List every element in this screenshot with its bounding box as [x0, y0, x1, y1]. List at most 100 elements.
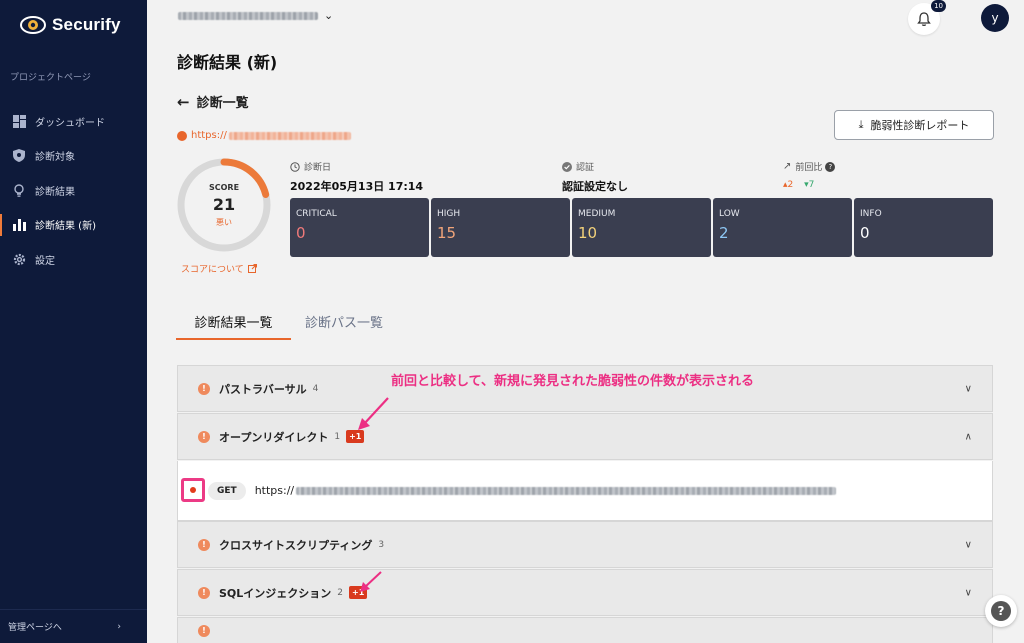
back-to-list-link[interactable]: ← 診断一覧: [177, 92, 249, 112]
target-url-link[interactable]: https://: [177, 130, 351, 141]
severity-card-low[interactable]: LOW 2: [713, 198, 852, 257]
redacted-organization-name: [178, 11, 318, 20]
user-avatar[interactable]: y: [981, 4, 1009, 32]
diagnosis-date-label: 診断日: [304, 163, 332, 173]
chevron-down-icon: ∨: [964, 587, 972, 598]
finding-row-sql-injection[interactable]: ! SQLインジェクション 2 +1 ∨: [177, 569, 993, 616]
diff-down-value: 7: [808, 180, 815, 190]
score-grade: 悪い: [216, 217, 232, 227]
sidebar-item-dashboard[interactable]: ダッシュボード: [0, 104, 147, 139]
back-label: 診断一覧: [196, 96, 249, 111]
diff-values: ▴2 ▾7: [783, 180, 814, 190]
chevron-up-icon: ∧: [964, 431, 972, 442]
finding-title: SQLインジェクション: [219, 586, 332, 600]
finding-url-prefix: https://: [254, 484, 295, 497]
gear-icon: [12, 252, 26, 266]
diagnosis-date-value: 2022年05月13日 17:14: [290, 180, 424, 193]
brand-logo[interactable]: Securify: [20, 14, 121, 36]
finding-count: 2: [337, 587, 344, 598]
score-readout: SCORE 21 悪い: [174, 155, 274, 255]
sidebar-item-results[interactable]: 診断結果: [0, 173, 147, 208]
sidebar: Securify プロジェクトページ ダッシュボード 診断対象 診断結果 診断結…: [0, 0, 147, 643]
arrow-left-icon: ←: [177, 92, 190, 111]
finding-row-open-redirect[interactable]: ! オープンリダイレクト 1 +1 ∧: [177, 413, 993, 460]
annotation-callout: 前回と比較して、新規に発見された脆弱性の件数が表示される: [391, 374, 754, 389]
auth-label-row: 認証: [562, 160, 594, 173]
sidebar-section-label: プロジェクトページ: [10, 73, 91, 83]
vulnerability-report-button[interactable]: ⤓ 脆弱性診断レポート: [834, 110, 994, 140]
trend-arrow-icon: ↗: [783, 161, 792, 172]
severity-card-critical[interactable]: CRITICAL 0: [290, 198, 429, 257]
finding-title: オープンリダイレクト: [219, 430, 329, 444]
target-url-prefix: https://: [191, 130, 227, 141]
download-icon: ⤓: [858, 118, 864, 131]
annotation-arrow-icon: [358, 397, 389, 430]
finding-count: 4: [312, 383, 319, 394]
sidebar-item-label: 診断結果: [35, 186, 75, 198]
severity-name: HIGH: [437, 209, 461, 219]
warning-icon: !: [198, 586, 210, 599]
severity-count: 0: [296, 224, 306, 242]
floating-help-button[interactable]: ?: [985, 595, 1017, 627]
tab-path-list[interactable]: 診断パス一覧: [305, 312, 383, 331]
notification-count-badge: 10: [931, 0, 946, 12]
auth-value: 認証設定なし: [562, 180, 628, 193]
eye-logo-icon: [20, 16, 46, 34]
question-icon: ?: [991, 601, 1011, 621]
status-dot-icon: [190, 487, 196, 493]
sidebar-item-targets[interactable]: 診断対象: [0, 139, 147, 174]
warning-icon: !: [198, 382, 210, 395]
admin-page-label: 管理ページへ: [8, 623, 62, 633]
app-name: Securify: [52, 15, 121, 34]
severity-count: 2: [719, 224, 729, 242]
admin-page-link[interactable]: 管理ページへ ›: [0, 609, 147, 643]
diagnosis-date-label-row: 診断日: [290, 160, 331, 173]
about-score-link[interactable]: スコアについて: [181, 262, 257, 275]
warning-icon: !: [198, 430, 210, 443]
score-value: 21: [212, 194, 236, 214]
severity-count: 10: [578, 224, 598, 242]
chevron-down-icon: ∨: [964, 383, 972, 394]
bar-chart-icon: [12, 218, 26, 232]
finding-row-xss[interactable]: ! クロスサイトスクリプティング 3 ∨: [177, 521, 993, 568]
warning-icon: !: [198, 538, 210, 551]
score-label: SCORE: [208, 182, 240, 192]
warning-icon: !: [198, 624, 210, 637]
help-icon[interactable]: ?: [825, 161, 836, 172]
dashboard-icon: [12, 114, 26, 128]
highlighted-status-dot: [181, 478, 205, 502]
annotation-arrow-icon: [360, 571, 382, 592]
finding-row-partial[interactable]: !: [177, 617, 993, 643]
finding-detail-row[interactable]: GET https://: [177, 461, 993, 521]
finding-title: クロスサイトスクリプティング: [219, 538, 373, 552]
chevron-down-icon: ⌄: [324, 9, 334, 22]
organization-selector[interactable]: ⌄: [178, 9, 333, 22]
severity-card-info[interactable]: INFO 0: [854, 198, 993, 257]
sidebar-item-settings[interactable]: 設定: [0, 242, 147, 277]
chevron-right-icon: ›: [117, 621, 121, 632]
lightbulb-icon: [12, 183, 26, 197]
sidebar-item-label: ダッシュボード: [35, 117, 105, 129]
finding-title: パストラバーサル: [219, 382, 307, 396]
finding-count: 1: [334, 431, 341, 442]
severity-name: INFO: [860, 209, 882, 219]
diff-up-value: 2: [787, 180, 794, 190]
about-score-label: スコアについて: [181, 265, 244, 275]
report-button-label: 脆弱性診断レポート: [870, 119, 970, 132]
diff-label-row: ↗ 前回比 ?: [783, 160, 836, 173]
severity-card-high[interactable]: HIGH 15: [431, 198, 570, 257]
severity-name: MEDIUM: [578, 209, 616, 219]
tab-results-list[interactable]: 診断結果一覧: [176, 312, 291, 340]
redacted-target-url: [228, 131, 351, 140]
severity-card-medium[interactable]: MEDIUM 10: [572, 198, 711, 257]
check-circle-icon: [562, 161, 572, 172]
sidebar-nav: ダッシュボード 診断対象 診断結果 診断結果 (新) 設定: [0, 104, 147, 277]
notification-button[interactable]: 10: [908, 0, 946, 35]
http-method-badge: GET: [208, 481, 246, 500]
sidebar-item-label: 設定: [35, 255, 55, 267]
severity-name: CRITICAL: [296, 209, 337, 219]
sidebar-item-results-new[interactable]: 診断結果 (新): [0, 208, 147, 243]
clock-icon: [290, 161, 300, 172]
chevron-down-icon: ∨: [964, 539, 972, 550]
severity-count: 0: [860, 224, 870, 242]
